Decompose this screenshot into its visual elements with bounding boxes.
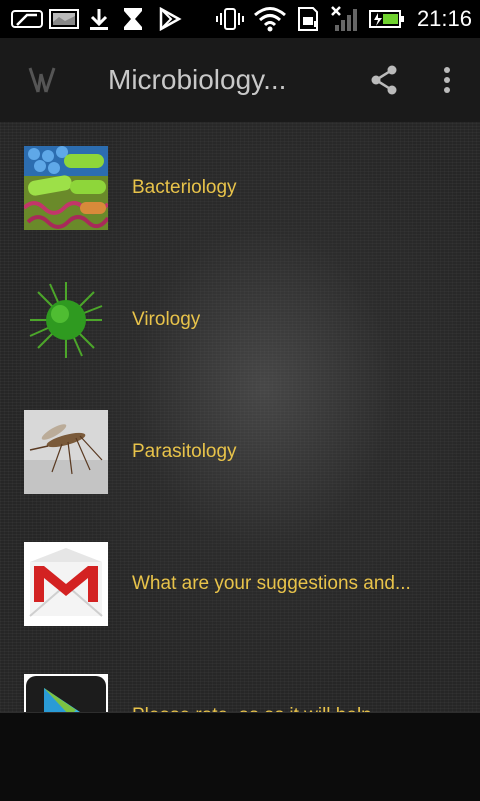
action-bar: Microbiology... <box>0 38 480 122</box>
list-item-parasitology[interactable]: Parasitology <box>0 386 480 518</box>
list-item-virology[interactable]: Virology <box>0 254 480 386</box>
app-logo-icon[interactable] <box>24 64 60 96</box>
app-title: Microbiology... <box>108 64 287 95</box>
list-item-bacteriology[interactable]: Bacteriology <box>0 122 480 254</box>
list-item-label: Please rate, as as it will help <box>132 650 372 712</box>
play-store-icon <box>24 674 108 712</box>
list-item-label: Bacteriology <box>132 177 237 198</box>
battery-charging-icon <box>368 6 406 32</box>
overflow-menu-icon <box>444 67 450 93</box>
image-icon <box>48 6 80 32</box>
notification-icon <box>10 6 44 32</box>
topic-list: Bacteriology Virology Parasitology What … <box>0 122 480 712</box>
share-icon <box>371 65 397 95</box>
virus-image <box>24 278 108 362</box>
share-button[interactable] <box>362 60 406 100</box>
list-item-label: What are your suggestions and... <box>132 573 411 594</box>
list-item-label: Virology <box>132 309 201 330</box>
no-signal-icon <box>328 6 362 32</box>
bacteria-image <box>24 146 108 230</box>
bottom-bar <box>0 712 480 801</box>
status-bar: 21:16 <box>0 0 480 38</box>
list-item-suggestions[interactable]: What are your suggestions and... <box>0 518 480 650</box>
list-item-rate[interactable]: Please rate, as as it will help <box>0 650 480 712</box>
overflow-menu-button[interactable] <box>430 60 464 100</box>
sd-card-icon <box>294 6 322 32</box>
play-store-icon <box>156 6 184 32</box>
list-item-label: Parasitology <box>132 441 237 462</box>
wifi-icon <box>252 6 288 32</box>
clock: 21:16 <box>416 6 472 31</box>
mosquito-image <box>24 410 108 494</box>
vibrate-icon <box>214 6 246 32</box>
hourglass-icon <box>120 6 146 32</box>
download-icon <box>86 6 112 32</box>
gmail-icon <box>24 542 108 626</box>
